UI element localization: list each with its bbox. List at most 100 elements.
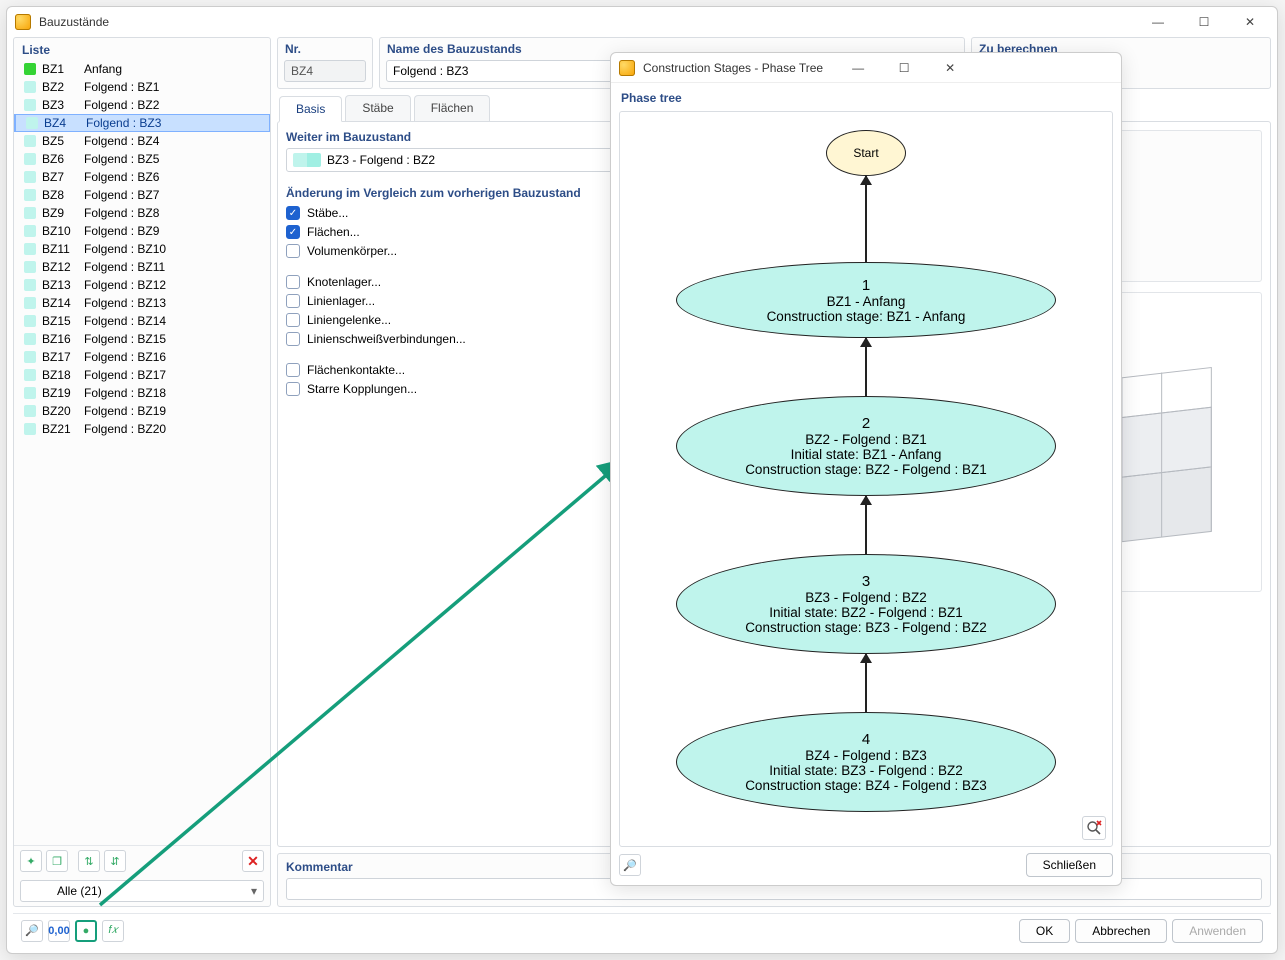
phase-canvas[interactable]: Start 1BZ1 - AnfangConstruction stage: B… [619, 111, 1113, 847]
footer-bar: 🔎 0,00 ● f𝑥 OK Abbrechen Anwenden [13, 913, 1271, 947]
close-button[interactable]: ✕ [1231, 11, 1269, 33]
tab-staebe[interactable]: Stäbe [345, 95, 410, 121]
maximize-button[interactable]: ☐ [1185, 11, 1223, 33]
list-item[interactable]: BZ7Folgend : BZ6 [14, 168, 270, 186]
list-item[interactable]: BZ10Folgend : BZ9 [14, 222, 270, 240]
phase-node[interactable]: 4BZ4 - Folgend : BZ3Initial state: BZ3 -… [676, 712, 1056, 812]
duplicate-button[interactable]: ❐ [46, 850, 68, 872]
phase-node-line: BZ2 - Folgend : BZ1 [805, 432, 927, 447]
tab-flaechen[interactable]: Flächen [414, 95, 491, 121]
list-item-id: BZ5 [42, 134, 78, 148]
tab-basis[interactable]: Basis [279, 96, 342, 122]
nr-input[interactable]: BZ4 [284, 60, 366, 82]
list-item[interactable]: BZ12 Folgend : BZ11 [14, 258, 270, 276]
list-item-desc: Folgend : BZ20 [84, 422, 266, 436]
list-item-id: BZ13 [42, 278, 78, 292]
ok-button[interactable]: OK [1019, 919, 1070, 943]
liste-items[interactable]: BZ1 Anfang BZ2Folgend : BZ1BZ3Folgend : BZ… [14, 60, 270, 845]
swatch-icon [26, 117, 38, 129]
phase-close-footer-button[interactable]: Schließen [1026, 853, 1113, 877]
phase-node-line: Construction stage: BZ1 - Anfang [767, 309, 966, 324]
list-item[interactable]: BZ19Folgend : BZ18 [14, 384, 270, 402]
list-item[interactable]: BZ6Folgend : BZ5 [14, 150, 270, 168]
list-item-id: BZ7 [42, 170, 78, 184]
list-item[interactable]: BZ11 Folgend : BZ10 [14, 240, 270, 258]
phase-node-line: Construction stage: BZ3 - Folgend : BZ2 [745, 620, 987, 635]
list-item[interactable]: BZ8Folgend : BZ7 [14, 186, 270, 204]
list-item-desc: Anfang [84, 62, 266, 76]
sort-asc-button[interactable]: ⇅ [78, 850, 100, 872]
swatch-icon [24, 387, 36, 399]
list-item-desc: Folgend : BZ13 [84, 296, 266, 310]
checkbox-icon [286, 382, 300, 396]
list-item-id: BZ17 [42, 350, 78, 364]
list-item[interactable]: BZ1 Anfang [14, 60, 270, 78]
list-item[interactable]: BZ18Folgend : BZ17 [14, 366, 270, 384]
phase-minimize-button[interactable]: — [839, 57, 877, 79]
list-item[interactable]: BZ13Folgend : BZ12 [14, 276, 270, 294]
checkbox-icon [286, 294, 300, 308]
list-item-desc: Folgend : BZ1 [84, 80, 266, 94]
list-item-desc: Folgend : BZ4 [84, 134, 266, 148]
phase-node-line: BZ1 - Anfang [827, 294, 906, 309]
list-item[interactable]: BZ15Folgend : BZ14 [14, 312, 270, 330]
apply-button[interactable]: Anwenden [1172, 919, 1263, 943]
swatch-icon [24, 243, 36, 255]
new-item-button[interactable]: ✦ [20, 850, 42, 872]
list-item[interactable]: BZ9Folgend : BZ8 [14, 204, 270, 222]
app-icon [15, 14, 31, 30]
list-item[interactable]: BZ5 Folgend : BZ4 [14, 132, 270, 150]
list-item[interactable]: BZ4Folgend : BZ3 [14, 114, 270, 132]
list-item-id: BZ4 [44, 116, 80, 130]
list-item-desc: Folgend : BZ7 [84, 188, 266, 202]
swatch-icon [24, 171, 36, 183]
node-start[interactable]: Start [826, 130, 906, 176]
list-item-id: BZ18 [42, 368, 78, 382]
swatch-icon [24, 207, 36, 219]
phase-node[interactable]: 2BZ2 - Folgend : BZ1Initial state: BZ1 -… [676, 396, 1056, 496]
phase-body: Phase tree Start 1BZ1 - AnfangConstructi… [611, 83, 1121, 885]
list-item-id: BZ12 [42, 260, 78, 274]
liste-panel: Liste BZ1AnfangBZ2Folgend : BZ1BZ3Folgen… [13, 37, 271, 907]
list-item[interactable]: BZ14Folgend : BZ13 [14, 294, 270, 312]
phase-maximize-button[interactable]: ☐ [885, 57, 923, 79]
swatch-icon [24, 315, 36, 327]
arrow-icon [865, 496, 867, 554]
swatch-icon [24, 81, 36, 93]
phase-node-line: Initial state: BZ2 - Folgend : BZ1 [769, 605, 963, 620]
main-title-bar: Bauzustände — ☐ ✕ [7, 7, 1277, 37]
list-item[interactable]: BZ2Folgend : BZ1 [14, 78, 270, 96]
minimize-button[interactable]: — [1139, 11, 1177, 33]
list-item[interactable]: BZ21Folgend : BZ20 [14, 420, 270, 438]
list-item[interactable]: BZ16Folgend : BZ15 [14, 330, 270, 348]
list-item-desc: Folgend : BZ11 [84, 260, 266, 274]
formula-button[interactable]: f𝑥 [102, 920, 124, 942]
swatch-icon [24, 423, 36, 435]
reset-zoom-button[interactable] [1082, 816, 1106, 840]
swatch-icon [24, 297, 36, 309]
phase-title: Construction Stages - Phase Tree [643, 61, 823, 75]
phase-help-icon[interactable]: 🔎 [619, 854, 641, 876]
main-title: Bauzustände [39, 15, 109, 29]
phase-tree-button[interactable]: ● [75, 920, 97, 942]
list-item[interactable]: BZ3Folgend : BZ2 [14, 96, 270, 114]
list-item-id: BZ1 [42, 62, 78, 76]
delete-button[interactable]: ✕ [242, 850, 264, 872]
sort-desc-button[interactable]: ⇵ [104, 850, 126, 872]
help-icon[interactable]: 🔎 [21, 920, 43, 942]
phase-close-button[interactable]: ✕ [931, 57, 969, 79]
list-item[interactable]: BZ17Folgend : BZ16 [14, 348, 270, 366]
list-item-id: BZ11 [42, 242, 78, 256]
list-item[interactable]: BZ20Folgend : BZ19 [14, 402, 270, 420]
nr-field: Nr. BZ4 [277, 37, 373, 89]
phase-header: Phase tree [619, 89, 1113, 111]
phase-node[interactable]: 1BZ1 - AnfangConstruction stage: BZ1 - A… [676, 262, 1056, 338]
swatch-icon [24, 261, 36, 273]
phase-node[interactable]: 3BZ3 - Folgend : BZ2Initial state: BZ2 -… [676, 554, 1056, 654]
checkbox-icon [286, 363, 300, 377]
filter-dropdown[interactable]: Alle (21) [20, 880, 264, 902]
units-button[interactable]: 0,00 [48, 920, 70, 942]
list-item-desc: Folgend : BZ10 [84, 242, 266, 256]
cancel-button[interactable]: Abbrechen [1075, 919, 1167, 943]
phase-title-bar: Construction Stages - Phase Tree — ☐ ✕ [611, 53, 1121, 83]
